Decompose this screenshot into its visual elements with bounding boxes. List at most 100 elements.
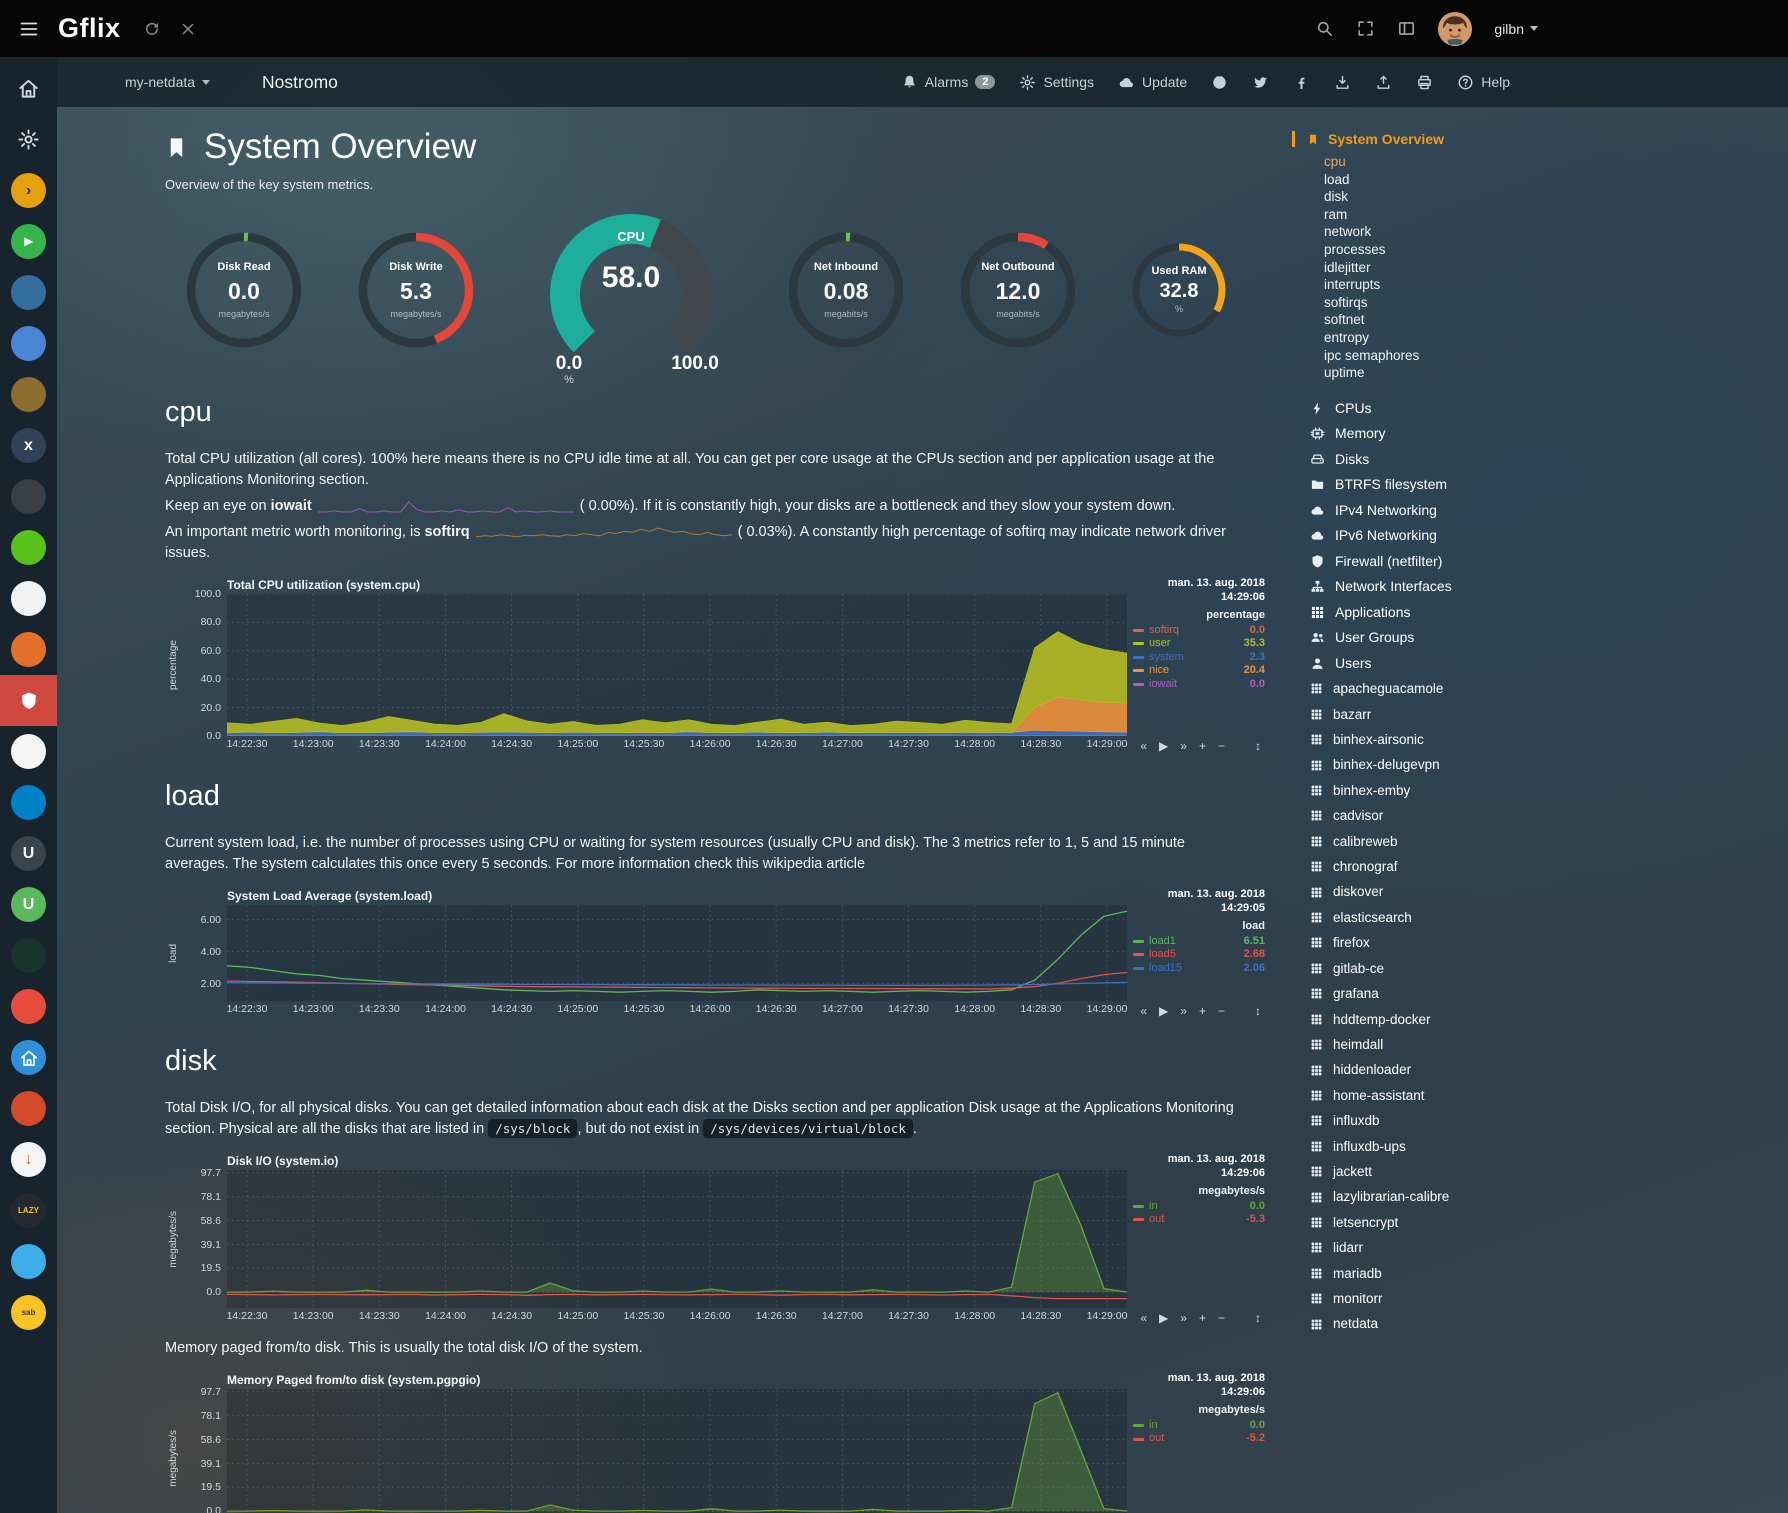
menu-section-firewall-netfilter[interactable]: Firewall (netfilter) (1310, 549, 1778, 575)
menu-app-calibreweb[interactable]: calibreweb (1310, 829, 1778, 854)
app-shortcut[interactable] (0, 981, 57, 1032)
menu-app-firefox[interactable]: firefox (1310, 930, 1778, 955)
nav-export-icon[interactable] (1375, 74, 1392, 91)
app-shortcut[interactable] (0, 471, 57, 522)
menu-item-processes[interactable]: processes (1324, 241, 1778, 259)
menu-item-interrupts[interactable]: interrupts (1324, 276, 1778, 294)
menu-app-hddtemp-docker[interactable]: hddtemp-docker (1310, 1007, 1778, 1032)
app-shortcut[interactable] (0, 1236, 57, 1287)
legend-item-in[interactable]: in0.0 (1133, 1200, 1265, 1214)
disk-read-gauge[interactable]: Disk Read0.0megabytes/s (181, 227, 307, 353)
menu-item-ipc-semaphores[interactable]: ipc semaphores (1324, 347, 1778, 365)
app-shortcut[interactable]: ▸ (0, 216, 57, 267)
net-outbound-gauge[interactable]: Net Outbound12.0megabits/s (955, 227, 1081, 353)
menu-icon[interactable] (18, 18, 40, 40)
menu-section-memory[interactable]: Memory (1310, 421, 1778, 447)
menu-item-cpu[interactable]: cpu (1324, 153, 1778, 171)
menu-section-ipv6-networking[interactable]: IPv6 Networking (1310, 523, 1778, 549)
legend-item-user[interactable]: user35.3 (1133, 637, 1265, 651)
app-shortcut[interactable] (0, 1032, 57, 1083)
app-shortcut[interactable]: U (0, 879, 57, 930)
menu-section-disks[interactable]: Disks (1310, 447, 1778, 473)
disk-write-gauge[interactable]: Disk Write5.3megabytes/s (353, 227, 479, 353)
menu-app-mariadb[interactable]: mariadb (1310, 1261, 1778, 1286)
nav-import-icon[interactable] (1334, 74, 1351, 91)
layout-icon[interactable] (1397, 19, 1416, 38)
legend-item-out[interactable]: out-5.2 (1133, 1432, 1265, 1446)
menu-app-chronograf[interactable]: chronograf (1310, 854, 1778, 879)
used-ram-gauge[interactable]: Used RAM32.8% (1127, 238, 1231, 342)
menu-item-load[interactable]: load (1324, 171, 1778, 189)
menu-section-btrfs-filesystem[interactable]: BTRFS filesystem (1310, 472, 1778, 498)
server-dropdown[interactable]: my-netdata (125, 74, 210, 90)
app-shortcut[interactable]: LAZY (0, 1185, 57, 1236)
legend-item-out[interactable]: out-5.3 (1133, 1213, 1265, 1227)
menu-app-grafana[interactable]: grafana (1310, 981, 1778, 1006)
app-shortcut[interactable]: › (0, 165, 57, 216)
chart-plot[interactable] (227, 1389, 1127, 1513)
nav-facebook-icon[interactable] (1293, 74, 1310, 91)
menu-app-lazylibrarian-calibre[interactable]: lazylibrarian-calibre (1310, 1184, 1778, 1209)
menu-app-jackett[interactable]: jackett (1310, 1159, 1778, 1184)
menu-app-bazarr[interactable]: bazarr (1310, 702, 1778, 727)
menu-item-disk[interactable]: disk (1324, 188, 1778, 206)
menu-app-diskover[interactable]: diskover (1310, 879, 1778, 904)
menu-section-users[interactable]: Users (1310, 651, 1778, 677)
chart-zoom-out-button[interactable]: − (1218, 739, 1225, 753)
app-shortcut[interactable]: ↓ (0, 1134, 57, 1185)
user-menu[interactable]: gilbn (1494, 21, 1538, 37)
menu-section-cpus[interactable]: CPUs (1310, 396, 1778, 422)
menu-section-ipv4-networking[interactable]: IPv4 Networking (1310, 498, 1778, 524)
menu-app-binhex-delugevpn[interactable]: binhex-delugevpn (1310, 752, 1778, 777)
menu-item-ram[interactable]: ram (1324, 206, 1778, 224)
menu-app-influxdb[interactable]: influxdb (1310, 1108, 1778, 1133)
chart-play-button[interactable]: ▶ (1159, 1311, 1168, 1325)
menu-item-uptime[interactable]: uptime (1324, 364, 1778, 382)
chart-backward-button[interactable]: « (1140, 1311, 1147, 1325)
avatar[interactable] (1438, 12, 1472, 46)
menu-section-user-groups[interactable]: User Groups (1310, 625, 1778, 651)
chart-play-button[interactable]: ▶ (1159, 1004, 1168, 1018)
chart-backward-button[interactable]: « (1140, 739, 1147, 753)
app-shortcut[interactable]: x (0, 420, 57, 471)
chart-zoom-in-button[interactable]: + (1199, 1004, 1206, 1018)
chart-backward-button[interactable]: « (1140, 1004, 1147, 1018)
app-shortcut[interactable] (0, 930, 57, 981)
legend-item-softirq[interactable]: softirq0.0 (1133, 624, 1265, 638)
menu-app-lidarr[interactable]: lidarr (1310, 1235, 1778, 1260)
menu-app-home-assistant[interactable]: home-assistant (1310, 1083, 1778, 1108)
menu-section-network-interfaces[interactable]: Network Interfaces (1310, 574, 1778, 600)
menu-item-entropy[interactable]: entropy (1324, 329, 1778, 347)
menu-app-binhex-airsonic[interactable]: binhex-airsonic (1310, 727, 1778, 752)
nav-twitter-icon[interactable] (1252, 74, 1269, 91)
menu-app-heimdall[interactable]: heimdall (1310, 1032, 1778, 1057)
nav-settings-button[interactable]: Settings (1019, 74, 1094, 91)
chart-zoom-in-button[interactable]: + (1199, 739, 1206, 753)
menu-item-idlejitter[interactable]: idlejitter (1324, 259, 1778, 277)
menu-app-apacheguacamole[interactable]: apacheguacamole (1310, 676, 1778, 701)
net-inbound-gauge[interactable]: Net Inbound0.08megabits/s (783, 227, 909, 353)
menu-app-influxdb-ups[interactable]: influxdb-ups (1310, 1134, 1778, 1159)
chart-forward-button[interactable]: » (1180, 1311, 1187, 1325)
app-shortcut[interactable] (0, 573, 57, 624)
chart-play-button[interactable]: ▶ (1159, 739, 1168, 753)
fullscreen-icon[interactable] (1356, 19, 1375, 38)
app-shortcut[interactable] (0, 726, 57, 777)
chart-plot[interactable] (227, 905, 1127, 1001)
menu-app-letsencrypt[interactable]: letsencrypt (1310, 1210, 1778, 1235)
chart-resize-handle[interactable]: ↕ (1255, 1311, 1261, 1325)
menu-item-softnet[interactable]: softnet (1324, 311, 1778, 329)
home-button[interactable] (0, 63, 57, 114)
menu-app-hiddenloader[interactable]: hiddenloader (1310, 1057, 1778, 1082)
app-shortcut[interactable] (0, 1083, 57, 1134)
search-icon[interactable] (1315, 19, 1334, 38)
chart-zoom-out-button[interactable]: − (1218, 1004, 1225, 1018)
legend-item-nice[interactable]: nice20.4 (1133, 664, 1265, 678)
menu-app-elasticsearch[interactable]: elasticsearch (1310, 905, 1778, 930)
menu-app-gitlab-ce[interactable]: gitlab-ce (1310, 956, 1778, 981)
app-shortcut[interactable] (0, 318, 57, 369)
menu-system-overview[interactable]: System Overview (1292, 131, 1778, 147)
menu-section-applications[interactable]: Applications (1310, 600, 1778, 626)
nav-print-icon[interactable] (1416, 74, 1433, 91)
chart-plot[interactable] (227, 1170, 1127, 1308)
